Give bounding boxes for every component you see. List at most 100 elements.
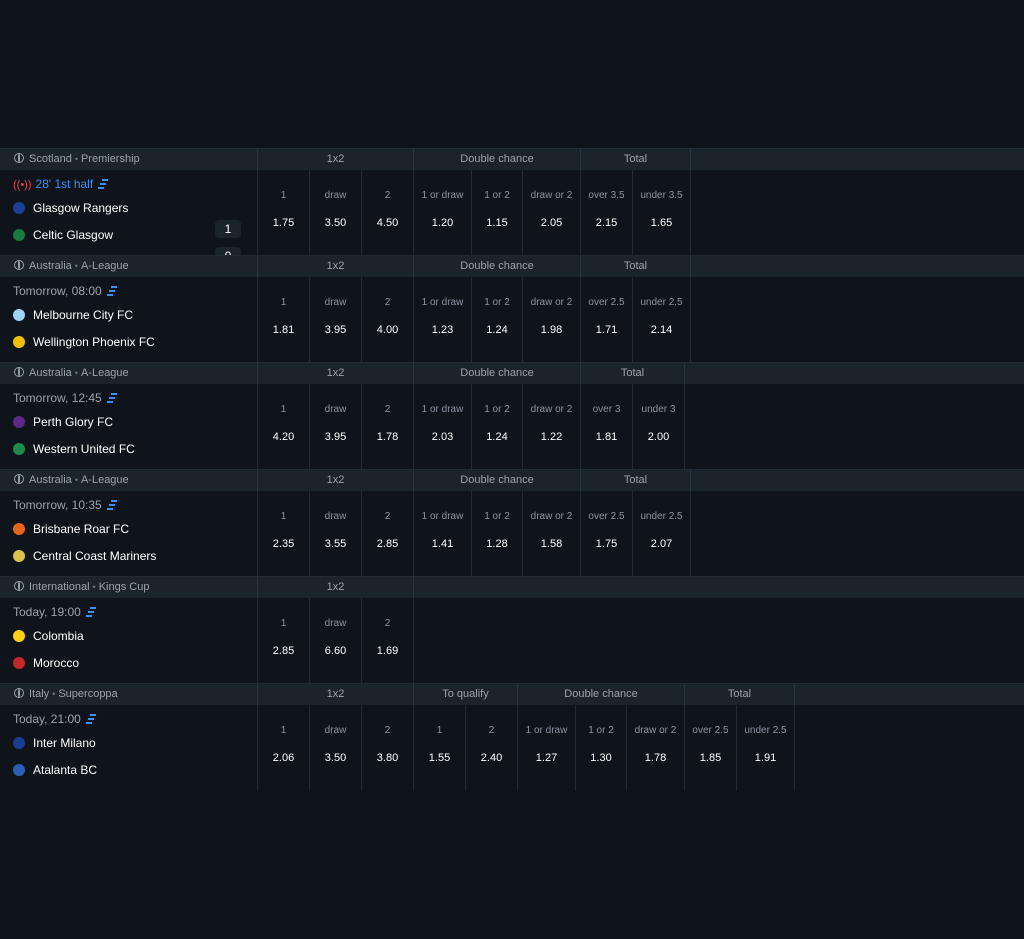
odds-button[interactable]: under 2.5 1.91 — [736, 705, 794, 791]
odds-value: 2.40 — [480, 752, 503, 764]
market-group-title: 1x2 — [257, 470, 413, 491]
odds-button[interactable]: draw 6.60 — [309, 598, 361, 684]
header-divider — [413, 577, 414, 598]
odds-button[interactable]: under 2.5 2.07 — [632, 491, 690, 577]
statistics-icon[interactable] — [85, 607, 96, 617]
league-country: Australia — [29, 367, 72, 379]
odds-button[interactable]: draw or 2 1.22 — [522, 384, 580, 470]
odds-button[interactable]: 1 or draw 1.20 — [413, 170, 471, 256]
odds-button[interactable]: draw 3.95 — [309, 277, 361, 363]
market-group-title: Total — [580, 256, 690, 277]
away-team[interactable]: Atalanta BC — [13, 763, 97, 777]
odds-button[interactable]: 2 4.00 — [361, 277, 413, 363]
odds-button[interactable]: over 2.5 1.71 — [580, 277, 632, 363]
odds-button[interactable]: under 3.5 1.65 — [632, 170, 690, 256]
odds-button[interactable]: 1 or draw 1.27 — [517, 705, 575, 791]
outcome-label: 1 or draw — [421, 190, 464, 201]
outcome-label: draw — [324, 297, 347, 308]
odds-button[interactable]: draw 3.95 — [309, 384, 361, 470]
column-divider — [690, 491, 691, 577]
match-time: Today, 19:00 — [13, 605, 96, 619]
odds-value: 1.85 — [699, 752, 722, 764]
away-team[interactable]: Celtic Glasgow — [13, 228, 113, 242]
league-name[interactable]: Scotland • Premiership — [14, 149, 140, 170]
away-team[interactable]: Morocco — [13, 656, 79, 670]
event-body[interactable]: Today, 21:00 Inter Milano Atalanta BC 1 2.06… — [0, 705, 1024, 791]
home-team[interactable]: Melbourne City FC — [13, 308, 133, 322]
odds-button[interactable]: 1 1.75 — [257, 170, 309, 256]
odds-button[interactable]: draw or 2 1.78 — [626, 705, 684, 791]
odds-button[interactable]: 1 1.55 — [413, 705, 465, 791]
away-team[interactable]: Central Coast Mariners — [13, 549, 156, 563]
odds-button[interactable]: draw 3.50 — [309, 705, 361, 791]
odds-button[interactable]: draw or 2 1.58 — [522, 491, 580, 577]
odds-button[interactable]: 1 2.85 — [257, 598, 309, 684]
outcome-label: 1 or 2 — [484, 190, 510, 201]
statistics-icon[interactable] — [85, 714, 96, 724]
odds-value: 3.50 — [324, 217, 347, 229]
odds-button[interactable]: 1 or draw 2.03 — [413, 384, 471, 470]
away-team[interactable]: Western United FC — [13, 442, 135, 456]
event-body[interactable]: Today, 19:00 Colombia Morocco 1 2.85 draw 6.60… — [0, 598, 1024, 684]
odds-button[interactable]: 2 1.78 — [361, 384, 413, 470]
odds-button[interactable]: draw or 2 1.98 — [522, 277, 580, 363]
statistics-icon[interactable] — [106, 393, 117, 403]
home-team[interactable]: Brisbane Roar FC — [13, 522, 129, 536]
event-body[interactable]: Tomorrow, 08:00 Melbourne City FC Wellingt… — [0, 277, 1024, 363]
outcome-label: 1 or 2 — [484, 297, 510, 308]
statistics-icon[interactable] — [98, 179, 109, 189]
away-team[interactable]: Wellington Phoenix FC — [13, 335, 155, 349]
odds-button[interactable]: 1 2.35 — [257, 491, 309, 577]
team-name: Wellington Phoenix FC — [33, 335, 155, 349]
odds-button[interactable]: 1 or draw 1.23 — [413, 277, 471, 363]
odds-button[interactable]: over 3.5 2.15 — [580, 170, 632, 256]
home-team[interactable]: Inter Milano — [13, 736, 96, 750]
statistics-icon[interactable] — [106, 286, 117, 296]
odds-button[interactable]: 1 or 2 1.28 — [471, 491, 522, 577]
odds-button[interactable]: over 2.5 1.85 — [684, 705, 736, 791]
odds-button[interactable]: 1 4.20 — [257, 384, 309, 470]
odds-button[interactable]: 1 1.81 — [257, 277, 309, 363]
odds-button[interactable]: 2 2.85 — [361, 491, 413, 577]
match-time: Today, 21:00 — [13, 712, 96, 726]
odds-button[interactable]: draw 3.50 — [309, 170, 361, 256]
market-group-title: Double chance — [413, 363, 580, 384]
odds-button[interactable]: draw or 2 2.05 — [522, 170, 580, 256]
league-name[interactable]: Italy • Supercoppa — [14, 684, 118, 705]
odds-button[interactable]: 2 4.50 — [361, 170, 413, 256]
market-group-title: Double chance — [413, 149, 580, 170]
odds-value: 1.30 — [590, 752, 612, 764]
odds-button[interactable]: 1 or 2 1.15 — [471, 170, 522, 256]
league-name[interactable]: Australia • A-League — [14, 256, 129, 277]
odds-button[interactable]: 2 1.69 — [361, 598, 413, 684]
odds-button[interactable]: 2 3.80 — [361, 705, 413, 791]
outcome-label: under 2.5 — [640, 511, 683, 522]
odds-button[interactable]: over 3 1.81 — [580, 384, 632, 470]
league-name[interactable]: Australia • A-League — [14, 470, 129, 491]
home-team[interactable]: Glasgow Rangers — [13, 201, 128, 215]
league-name[interactable]: International • Kings Cup — [14, 577, 149, 598]
market-group-title: Double chance — [517, 684, 684, 705]
odds-button[interactable]: under 2.5 2.14 — [632, 277, 690, 363]
outcome-label: 1 or 2 — [588, 725, 614, 736]
home-team[interactable]: Colombia — [13, 629, 84, 643]
match-time: Tomorrow, 10:35 — [13, 498, 117, 512]
odds-value: 3.50 — [324, 752, 347, 764]
odds-button[interactable]: 1 or 2 1.24 — [471, 277, 522, 363]
home-team[interactable]: Perth Glory FC — [13, 415, 113, 429]
odds-button[interactable]: draw 3.55 — [309, 491, 361, 577]
event-body[interactable]: Tomorrow, 10:35 Brisbane Roar FC Central C… — [0, 491, 1024, 577]
event-body[interactable]: ((•)) 28' 1st half Glasgow Rangers 1 Celtic … — [0, 170, 1024, 265]
event-body[interactable]: Tomorrow, 12:45 Perth Glory FC Western Uni… — [0, 384, 1024, 470]
team-name: Atalanta BC — [33, 763, 98, 777]
statistics-icon[interactable] — [106, 500, 117, 510]
league-name[interactable]: Australia • A-League — [14, 363, 129, 384]
odds-button[interactable]: 1 or 2 1.24 — [471, 384, 522, 470]
odds-button[interactable]: 1 or 2 1.30 — [575, 705, 626, 791]
odds-button[interactable]: 1 or draw 1.41 — [413, 491, 471, 577]
odds-button[interactable]: under 3 2.00 — [632, 384, 684, 470]
odds-button[interactable]: over 2.5 1.75 — [580, 491, 632, 577]
odds-button[interactable]: 2 2.40 — [465, 705, 517, 791]
header-divider — [684, 363, 685, 384]
odds-button[interactable]: 1 2.06 — [257, 705, 309, 791]
